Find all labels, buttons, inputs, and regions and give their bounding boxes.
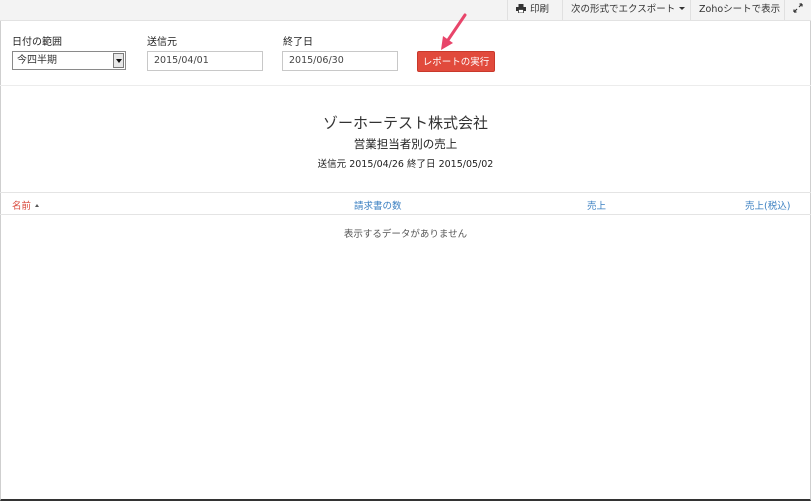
- dropdown-arrow-icon[interactable]: [113, 53, 124, 68]
- period-to-value: 2015/05/02: [438, 159, 494, 170]
- period-from-value: 2015/04/26: [349, 159, 404, 170]
- date-range-select[interactable]: 今四半期: [12, 51, 126, 70]
- empty-table-message: 表示するデータがありません: [343, 229, 468, 240]
- from-date-input[interactable]: 2015/04/01: [147, 51, 263, 71]
- column-header-sales-with-tax[interactable]: 売上(税込): [745, 198, 790, 212]
- printer-icon: [516, 4, 526, 13]
- date-range-value: 今四半期: [17, 55, 57, 66]
- expand-icon: [793, 3, 803, 13]
- column-header-invoice-count[interactable]: 請求書の数: [354, 198, 402, 212]
- column-header-name-label: 名前: [12, 201, 32, 212]
- report-period: 送信元 2015/04/26 終了日 2015/05/02: [0, 156, 811, 170]
- report-toolbar: 印刷 次の形式でエクスポート Zohoシートで表示: [0, 0, 811, 21]
- export-dropdown[interactable]: 次の形式でエクスポート: [562, 0, 690, 20]
- table-header-bottom-border: [0, 214, 811, 215]
- column-header-sales[interactable]: 売上: [587, 198, 606, 212]
- zoho-sheet-label: Zohoシートで表示: [699, 4, 781, 15]
- company-name: ゾーホーテスト株式会社: [322, 114, 488, 132]
- print-button[interactable]: 印刷: [507, 0, 562, 20]
- view-in-zoho-sheet-button[interactable]: Zohoシートで表示: [690, 0, 784, 20]
- sort-icon: [35, 204, 40, 207]
- from-date-label: 送信元: [147, 37, 177, 48]
- annotation-arrow-icon: [441, 13, 467, 50]
- to-date-label: 終了日: [283, 37, 313, 48]
- table-header-top-border: [0, 192, 811, 193]
- period-to-label: 終了日: [407, 159, 436, 170]
- print-label: 印刷: [530, 4, 550, 15]
- export-label: 次の形式でエクスポート: [571, 4, 676, 15]
- report-title: 営業担当者別の売上: [353, 137, 458, 151]
- date-range-label: 日付の範囲: [12, 37, 62, 48]
- column-header-name[interactable]: 名前: [12, 198, 40, 212]
- run-report-button[interactable]: レポートの実行: [417, 51, 495, 72]
- chevron-down-icon: [679, 7, 686, 10]
- window-frame: [0, 0, 811, 501]
- to-date-input[interactable]: 2015/06/30: [282, 51, 398, 71]
- expand-button[interactable]: [784, 0, 811, 20]
- period-from-label: 送信元: [317, 159, 347, 170]
- divider: [0, 85, 811, 86]
